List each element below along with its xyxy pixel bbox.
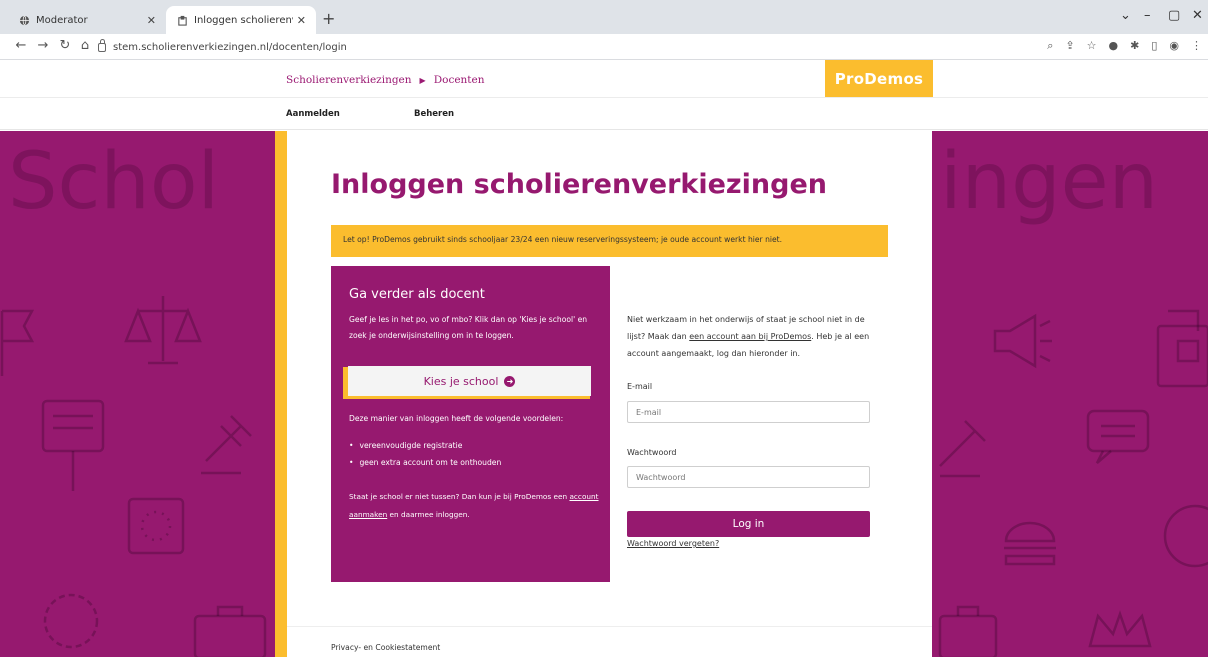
accent-strip — [275, 131, 287, 657]
globe-icon — [18, 14, 30, 26]
breadcrumb-item-scholierenverkiezingen[interactable]: Scholierenverkiezingen — [286, 74, 412, 86]
tab-title: Moderator — [36, 14, 88, 26]
email-field[interactable]: E-mail — [627, 401, 870, 423]
briefcase-icon — [938, 601, 998, 657]
lock-icon — [98, 38, 106, 52]
ballot-box-icon — [1150, 301, 1208, 395]
login-help-text: Niet werkzaam in het onderwijs of staat … — [627, 311, 872, 362]
tab-title: Inloggen scholierenverkiezingen — [194, 14, 293, 26]
new-tab-button[interactable]: + — [322, 9, 335, 28]
benefits-title: Deze manier van inloggen heeft de volgen… — [349, 414, 564, 423]
close-window-button[interactable]: ✕ — [1192, 8, 1203, 23]
benefits-list: vereenvoudigde registratie geen extra ac… — [349, 437, 501, 471]
tab-search-icon[interactable]: ⌄ — [1120, 8, 1131, 23]
share-icon[interactable]: ⇪ — [1065, 39, 1074, 53]
breadcrumb-separator-icon: ▶ — [419, 75, 426, 85]
minimize-button[interactable]: – — [1144, 8, 1151, 23]
scales-icon — [118, 291, 208, 375]
email-label: E-mail — [627, 382, 653, 391]
profile-avatar-icon[interactable]: ◉ — [1169, 39, 1179, 53]
choose-school-label: Kies je school — [423, 374, 499, 388]
zoom-icon[interactable]: ⌕ — [1047, 39, 1053, 53]
url-text: stem.scholierenverkiezingen.nl/docenten/… — [113, 41, 347, 53]
nav-aanmelden[interactable]: Aanmelden — [286, 109, 340, 119]
login-form: Niet werkzaam in het onderwijs of staat … — [627, 311, 872, 548]
forward-arrow-icon[interactable]: → — [34, 38, 52, 53]
reload-icon[interactable]: ↻ — [56, 38, 74, 53]
sub-navigation: Aanmelden Beheren — [0, 98, 1208, 130]
menu-kebab-icon[interactable]: ⋮ — [1191, 39, 1202, 53]
hamburger-icon — [1000, 516, 1060, 580]
prodemos-logo[interactable]: ProDemos — [825, 60, 933, 97]
list-item: vereenvoudigde registratie — [349, 437, 501, 454]
notice-banner: Let op! ProDemos gebruikt sinds schoolja… — [331, 225, 888, 257]
password-label: Wachtwoord — [627, 448, 677, 457]
teacher-login-panel: Ga verder als docent Geef je les in het … — [331, 266, 610, 582]
page-title: Inloggen scholierenverkiezingen — [331, 169, 827, 200]
maximize-button[interactable]: ▢ — [1168, 8, 1180, 23]
nav-beheren[interactable]: Beheren — [414, 109, 454, 119]
briefcase-icon — [190, 601, 270, 657]
teacher-panel-heading: Ga verder als docent — [349, 287, 485, 302]
crown-icon — [1085, 606, 1155, 657]
speech-bubble-icon — [1083, 406, 1153, 470]
url-field[interactable]: stem.scholierenverkiezingen.nl/docenten/… — [98, 37, 1098, 57]
footer-divider — [287, 626, 932, 627]
gavel-icon — [196, 401, 266, 485]
prodemos-account-link[interactable]: een account aan bij ProDemos — [689, 332, 811, 341]
login-card: Inloggen scholierenverkiezingen Let op! … — [287, 131, 932, 657]
extension-toolbar: ⌕ ⇪ ☆ ● ✱ ▯ ◉ ⋮ — [1047, 39, 1202, 53]
cookie-icon — [1160, 501, 1208, 575]
gavel-icon — [935, 406, 995, 490]
breadcrumb-item-docenten[interactable]: Docenten — [434, 74, 485, 86]
sidepanel-icon[interactable]: ▯ — [1151, 39, 1157, 53]
list-item: geen extra account om te onthouden — [349, 454, 501, 471]
choose-school-button[interactable]: Kies je school ➜ — [348, 366, 591, 396]
password-field[interactable]: Wachtwoord — [627, 466, 870, 488]
megaphone-icon — [985, 311, 1055, 375]
close-tab-icon[interactable]: ✕ — [147, 14, 156, 27]
browser-tab-moderator[interactable]: Moderator ✕ — [8, 6, 166, 34]
browser-tab-bar: Moderator ✕ Inloggen scholierenverkiezin… — [0, 0, 1208, 34]
background-word-left: Schol — [8, 137, 220, 227]
address-bar-row: ← → ↻ ⌂ stem.scholierenverkiezingen.nl/d… — [0, 34, 1208, 60]
teacher-panel-intro: Geef je les in het po, vo of mbo? Klik d… — [349, 315, 588, 340]
breadcrumb: Scholierenverkiezingen ▶ Docenten — [286, 74, 485, 86]
extension-icon[interactable]: ● — [1109, 39, 1119, 53]
teacher-panel-footer: Staat je school er niet tussen? Dan kun … — [349, 488, 604, 524]
back-arrow-icon[interactable]: ← — [12, 38, 30, 53]
arrow-right-circle-icon: ➜ — [504, 375, 516, 387]
puzzle-icon[interactable]: ✱ — [1130, 39, 1139, 53]
footer-text: Staat je school er niet tussen? Dan kun … — [349, 492, 568, 501]
signpost-icon — [38, 396, 108, 500]
background-word-right: ingen — [940, 137, 1159, 227]
footer-text: en daarmee inloggen. — [387, 510, 470, 519]
close-tab-icon[interactable]: ✕ — [297, 14, 306, 27]
login-button[interactable]: Log in — [627, 511, 870, 537]
ballot-icon — [176, 14, 188, 26]
privacy-link[interactable]: Privacy- en Cookiestatement — [331, 643, 440, 652]
browser-tab-login[interactable]: Inloggen scholierenverkiezingen ✕ — [166, 6, 316, 34]
forgot-password-link[interactable]: Wachtwoord vergeten? — [627, 539, 719, 548]
home-icon[interactable]: ⌂ — [76, 38, 94, 53]
eu-flag-icon — [126, 496, 186, 560]
necklace-icon — [36, 586, 106, 657]
bookmark-star-icon[interactable]: ☆ — [1087, 39, 1097, 53]
site-header: Scholierenverkiezingen ▶ Docenten — [0, 60, 1208, 98]
flag-icon — [0, 301, 40, 385]
